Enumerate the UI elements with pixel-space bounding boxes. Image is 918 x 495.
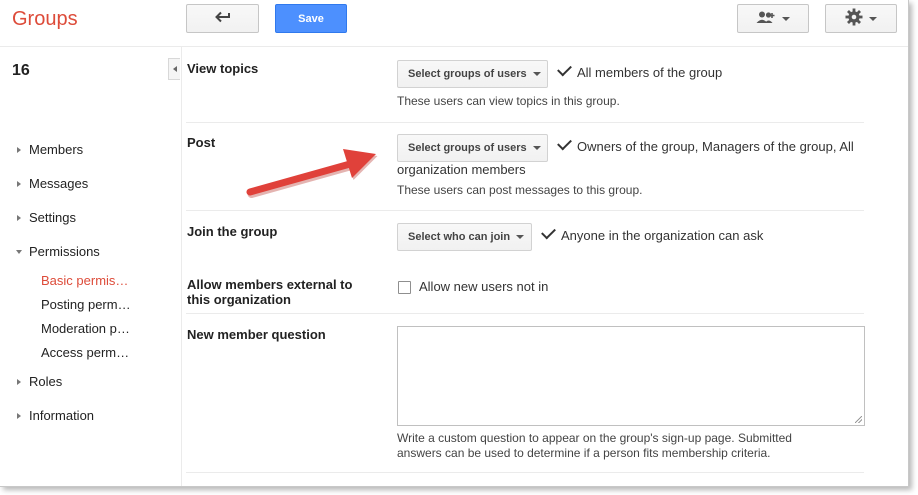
groups-settings-window: Groups Save 16 Members Messages Settings… xyxy=(0,0,909,487)
annotation-arrow xyxy=(246,149,378,198)
